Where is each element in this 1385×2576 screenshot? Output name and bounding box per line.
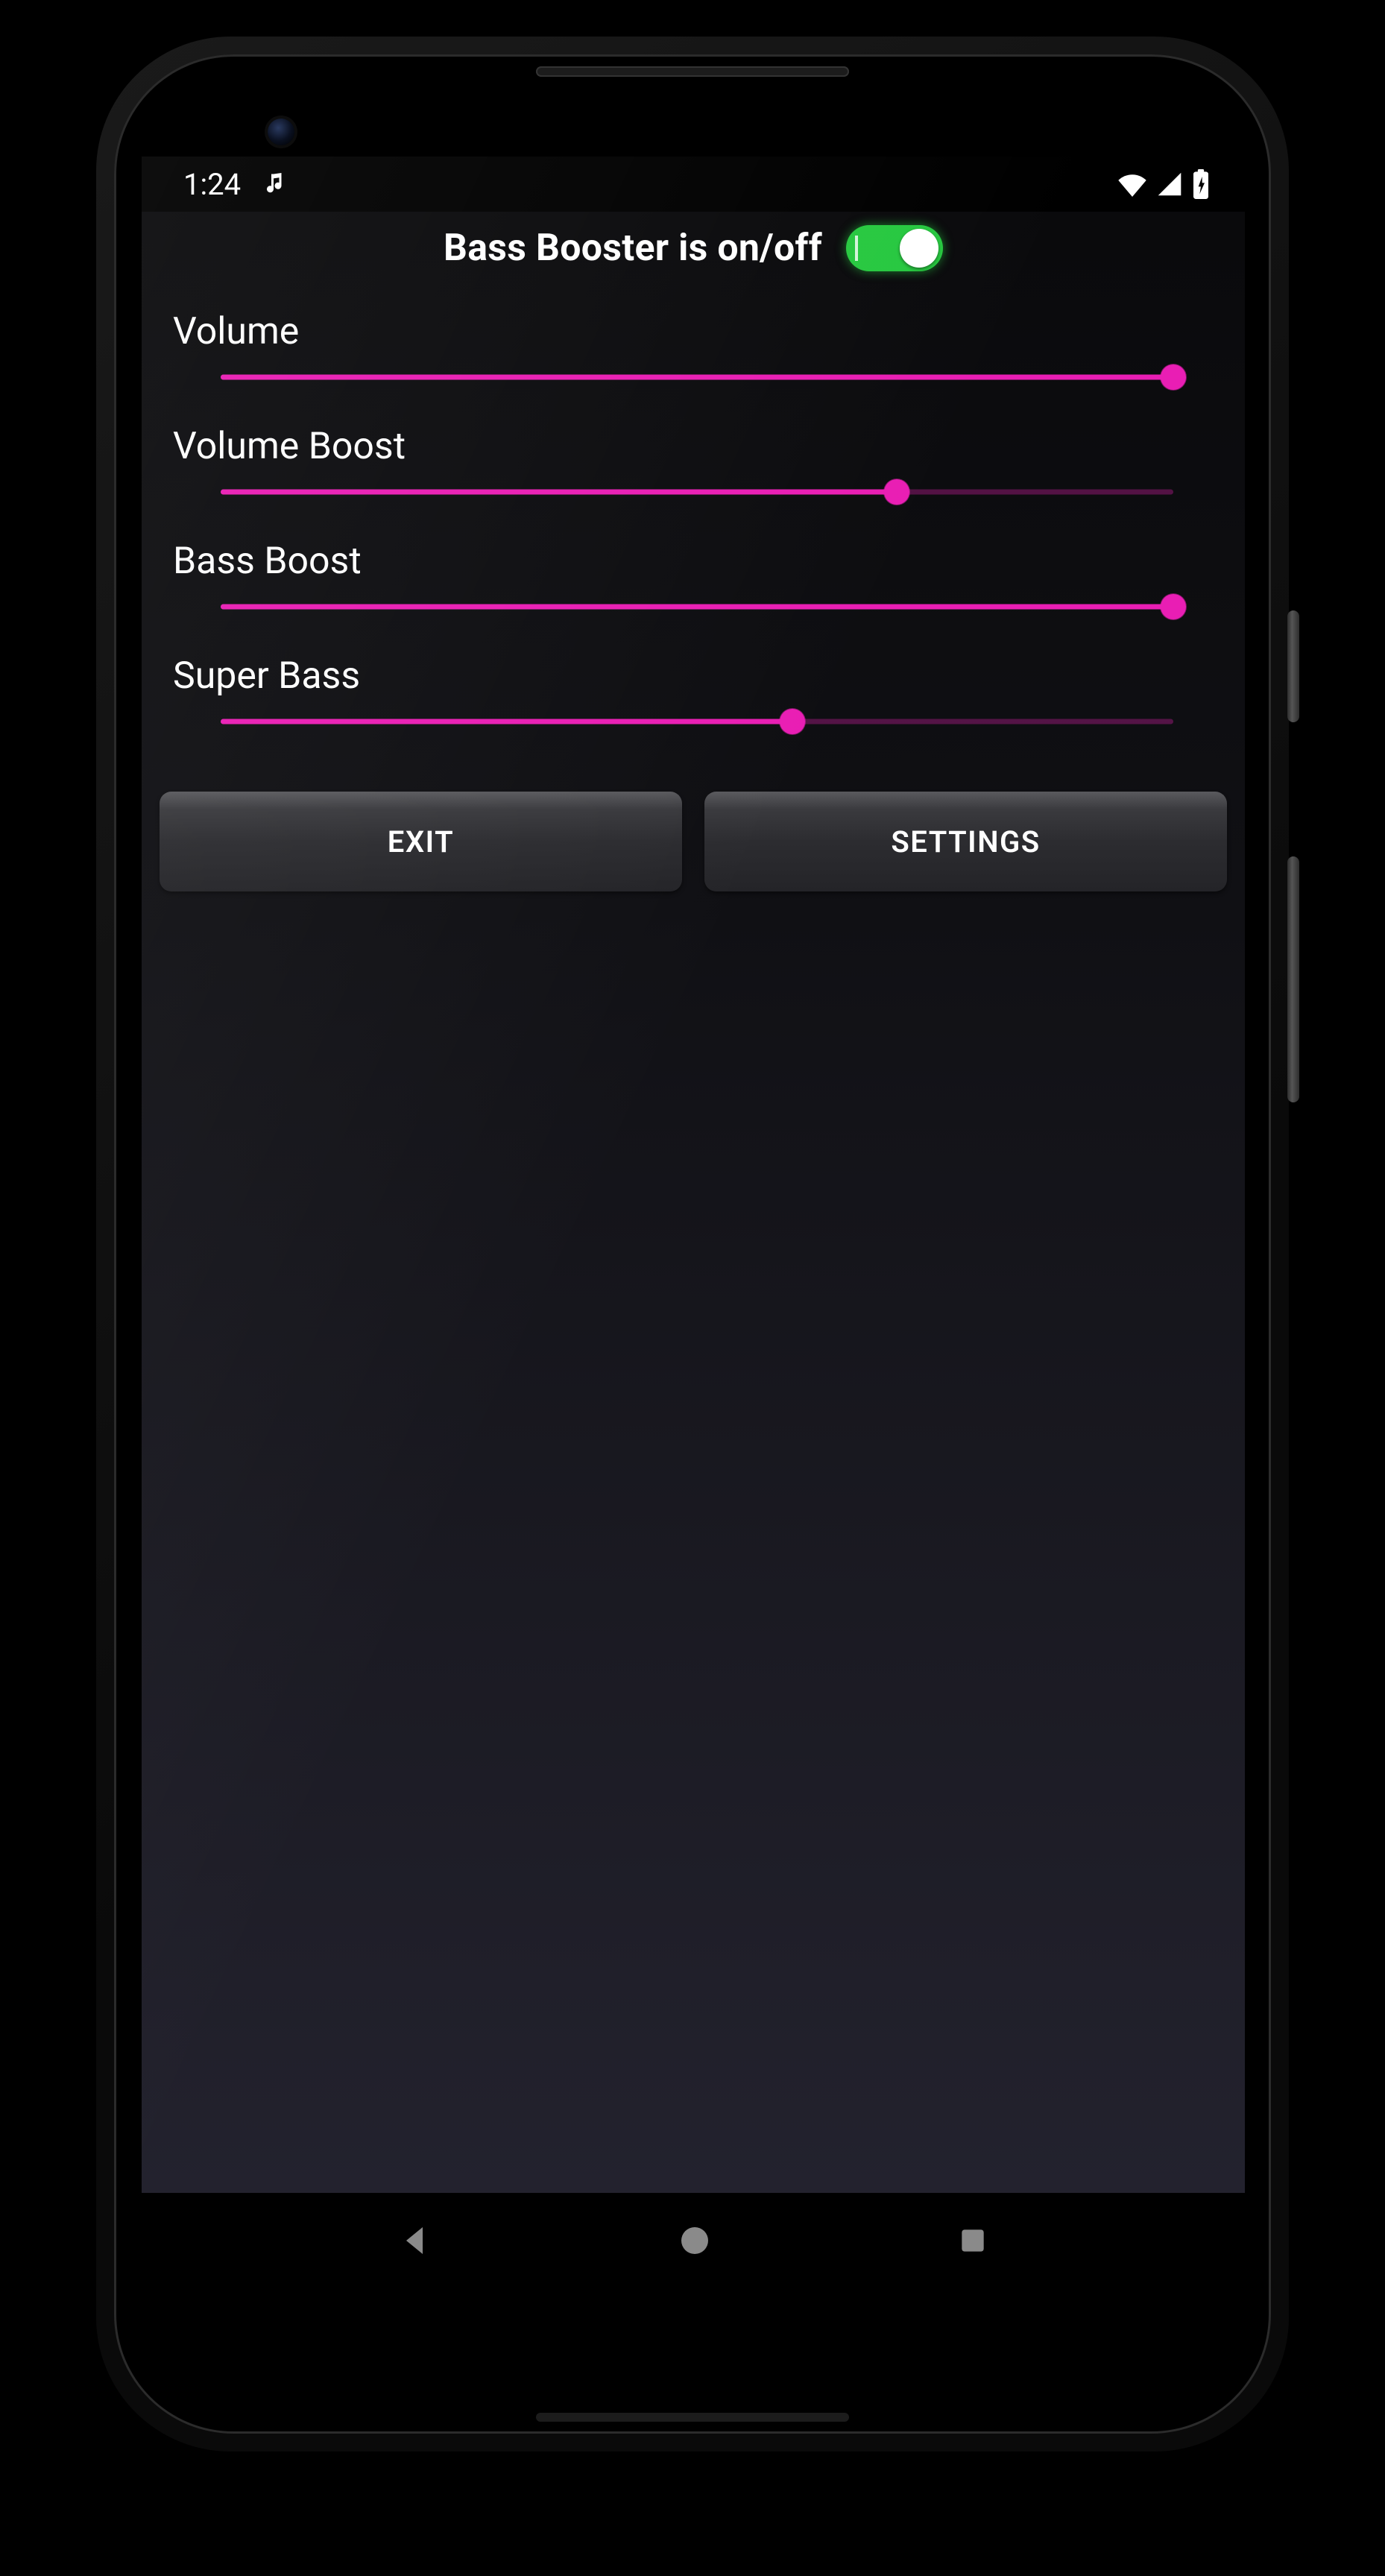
slider-fill	[221, 375, 1173, 380]
slider-thumb[interactable]	[780, 709, 805, 734]
power-button[interactable]	[1287, 610, 1299, 722]
volume-rocker[interactable]	[1287, 856, 1299, 1102]
slider-thumb[interactable]	[1161, 364, 1186, 390]
status-bar: 1:24	[142, 157, 1245, 212]
slider-fill	[221, 490, 897, 495]
volume_boost-label: Volume Boost	[173, 425, 1214, 468]
exit-button[interactable]: EXIT	[160, 792, 682, 891]
app-surface: Bass Booster is on/off Volume Volume Boos…	[142, 212, 1245, 2193]
bass_boost-label: Bass Boost	[173, 540, 1214, 583]
bottom-speaker	[536, 2413, 849, 2422]
slider-thumb[interactable]	[884, 479, 909, 505]
volume_boost-slider[interactable]	[221, 470, 1173, 514]
music-note-icon	[260, 171, 287, 198]
volume-slider[interactable]	[221, 355, 1173, 400]
super_bass-slider[interactable]	[221, 699, 1173, 744]
slider-fill	[221, 604, 1173, 610]
wifi-icon	[1117, 171, 1148, 197]
slider-thumb[interactable]	[1161, 594, 1186, 619]
system-nav-bar	[142, 2193, 1245, 2288]
button-row: EXIT SETTINGS	[142, 744, 1245, 891]
settings-button[interactable]: SETTINGS	[704, 792, 1227, 891]
super_bass-label: Super Bass	[173, 654, 1214, 698]
app-header: Bass Booster is on/off	[142, 212, 1245, 280]
status-clock: 1:24	[183, 167, 241, 202]
device-screen: 1:24	[142, 157, 1245, 2288]
front-camera	[268, 119, 294, 145]
slider-fill	[221, 719, 792, 724]
nav-recent-icon[interactable]	[956, 2224, 989, 2257]
app-title: Bass Booster is on/off	[444, 227, 822, 270]
battery-charging-icon	[1191, 169, 1211, 199]
nav-back-icon[interactable]	[397, 2223, 433, 2258]
cell-signal-icon	[1155, 171, 1184, 197]
controls-panel: Volume Volume Boost Bass Boost Super Bass	[142, 280, 1245, 744]
power-toggle[interactable]	[846, 225, 943, 271]
nav-home-icon[interactable]	[677, 2223, 713, 2258]
earpiece-speaker	[536, 66, 849, 77]
volume-label: Volume	[173, 310, 1214, 353]
bass_boost-slider[interactable]	[221, 584, 1173, 629]
